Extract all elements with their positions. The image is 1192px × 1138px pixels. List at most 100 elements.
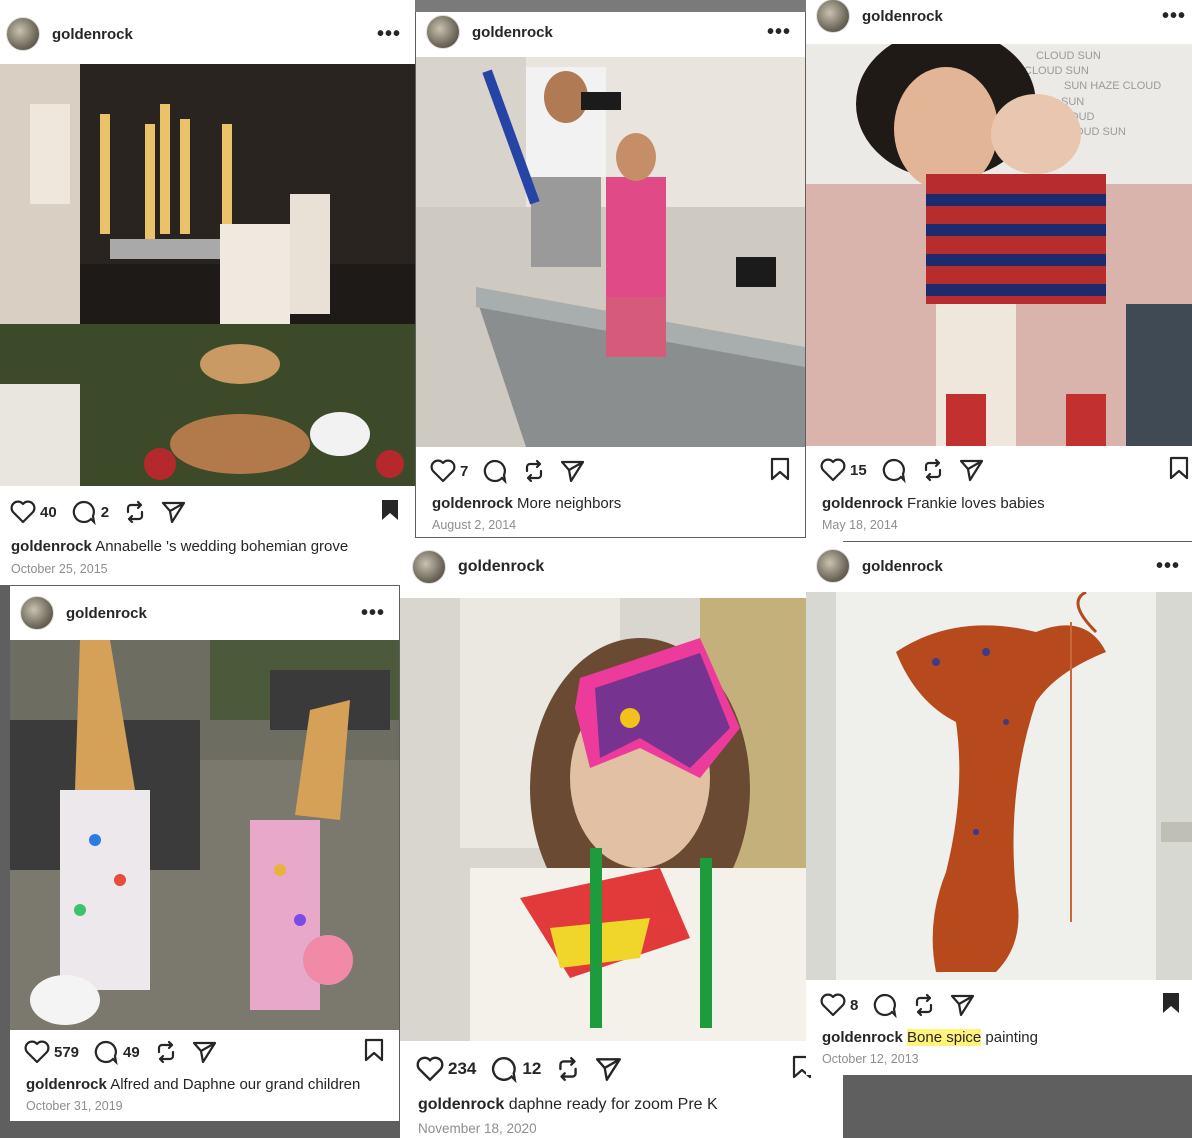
username[interactable]: goldenrock: [52, 26, 133, 43]
save-button[interactable]: [1160, 991, 1182, 1020]
share-button[interactable]: [560, 459, 586, 483]
post-photo[interactable]: [806, 592, 1192, 980]
username[interactable]: goldenrock: [472, 24, 553, 41]
action-bar: 40 2: [0, 497, 415, 527]
repost-button[interactable]: [921, 458, 945, 482]
comment-icon: [72, 500, 96, 525]
repost-icon: [526, 459, 543, 483]
caption-username[interactable]: goldenrock: [432, 495, 513, 512]
username[interactable]: goldenrock: [862, 8, 943, 25]
repost-icon: [157, 1040, 174, 1064]
caption-username[interactable]: goldenrock: [418, 1096, 504, 1113]
share-icon: [951, 994, 975, 1017]
repost-button[interactable]: [154, 1040, 178, 1064]
heart-icon: [416, 1056, 444, 1081]
comment-icon: [492, 1057, 517, 1083]
username[interactable]: goldenrock: [862, 558, 943, 575]
share-button[interactable]: [595, 1056, 623, 1082]
share-button[interactable]: [192, 1040, 218, 1064]
post-header: goldenrock •••: [416, 14, 805, 50]
avatar[interactable]: [6, 17, 40, 51]
more-icon[interactable]: •••: [377, 24, 401, 44]
comment-button[interactable]: [872, 992, 898, 1018]
username[interactable]: goldenrock: [66, 605, 147, 622]
like-button[interactable]: 8: [820, 993, 858, 1017]
like-count: 234: [448, 1059, 477, 1078]
share-button[interactable]: [950, 993, 976, 1017]
avatar[interactable]: [426, 15, 460, 49]
caption-username[interactable]: goldenrock: [26, 1076, 107, 1093]
save-button[interactable]: [1168, 456, 1190, 485]
post-header: goldenrock •••: [10, 596, 399, 630]
caption-text: Annabelle 's wedding bohemian grove: [95, 538, 349, 555]
like-button[interactable]: 40: [10, 500, 57, 524]
avatar[interactable]: [816, 549, 850, 583]
post-photo[interactable]: CLOUD SUN CLOUD SUN SUN HAZE CLOUD SUN C…: [806, 44, 1192, 446]
comment-button[interactable]: [482, 458, 508, 484]
like-button[interactable]: 15: [820, 458, 867, 482]
more-icon[interactable]: •••: [1156, 556, 1180, 576]
post-card-neighbors: goldenrock ••• 7 goldenrock More neighbo…: [416, 12, 805, 537]
comment-button[interactable]: [881, 457, 907, 483]
heart-icon: [820, 993, 846, 1017]
repost-button[interactable]: [123, 500, 147, 524]
comment-icon: [484, 459, 507, 484]
caption-text: Alfred and Daphne our grand children: [110, 1076, 361, 1093]
caption-text: More neighbors: [517, 495, 622, 512]
post-photo[interactable]: [400, 598, 806, 1041]
comment-button[interactable]: 49: [93, 1039, 140, 1065]
repost-button[interactable]: [522, 459, 546, 483]
post-date: August 2, 2014: [432, 518, 517, 532]
share-button[interactable]: [161, 500, 187, 524]
bookmark-icon: [770, 457, 790, 480]
bookmark-icon: [364, 1038, 384, 1061]
post-header: goldenrock •••: [806, 0, 1192, 33]
like-count: 40: [40, 503, 57, 521]
comment-icon: [94, 1040, 118, 1065]
post-date: October 12, 2013: [822, 1052, 919, 1066]
avatar[interactable]: [816, 0, 850, 33]
share-button[interactable]: [959, 458, 985, 482]
like-count: 579: [54, 1043, 80, 1061]
repost-button[interactable]: [555, 1056, 581, 1082]
caption-username[interactable]: goldenrock: [822, 495, 903, 512]
share-icon: [561, 460, 585, 483]
like-button[interactable]: 234: [416, 1056, 476, 1082]
post-photo[interactable]: [416, 57, 805, 447]
more-icon[interactable]: •••: [361, 603, 385, 623]
post-photo[interactable]: [10, 640, 399, 1030]
more-icon[interactable]: •••: [1162, 6, 1186, 26]
post-card-frankie: goldenrock ••• CLOUD SUN CLOUD SUN SUN H…: [806, 0, 1192, 541]
like-button[interactable]: 579: [24, 1040, 79, 1064]
caption-username[interactable]: goldenrock: [11, 538, 92, 555]
avatar[interactable]: [20, 596, 54, 630]
bookmark-icon: [1163, 992, 1179, 1013]
save-button[interactable]: [363, 1038, 385, 1067]
heart-icon: [430, 459, 456, 483]
caption-username[interactable]: goldenrock: [822, 1029, 903, 1046]
more-icon[interactable]: •••: [767, 22, 791, 42]
comment-button[interactable]: 12: [490, 1055, 541, 1083]
repost-icon: [924, 458, 941, 482]
post-caption: goldenrock daphne ready for zoom Pre K: [418, 1096, 718, 1114]
caption-highlight: Bone spice: [907, 1029, 982, 1046]
like-button[interactable]: 7: [430, 459, 468, 483]
repost-button[interactable]: [912, 993, 936, 1017]
post-card-bone-spice: goldenrock ••• 8 goldenrock Bone spice p…: [806, 542, 1192, 1075]
post-header: goldenrock: [400, 548, 843, 586]
save-button[interactable]: [769, 457, 791, 486]
share-icon: [959, 459, 983, 482]
post-date: November 18, 2020: [418, 1121, 537, 1136]
post-header: goldenrock •••: [0, 16, 415, 52]
post-date: October 25, 2015: [11, 562, 108, 576]
post-photo[interactable]: [0, 64, 415, 486]
avatar[interactable]: [412, 550, 446, 584]
save-button[interactable]: [379, 498, 401, 527]
action-bar: 234 12: [400, 1053, 843, 1085]
comment-button[interactable]: 2: [71, 499, 109, 525]
like-count: 15: [850, 461, 867, 479]
post-card-zoom: goldenrock 234 12 goldenrock daphne read…: [400, 538, 843, 1138]
sign-line: CLOUD SUN: [1024, 65, 1089, 77]
repost-icon: [916, 993, 933, 1017]
username[interactable]: goldenrock: [458, 558, 544, 576]
